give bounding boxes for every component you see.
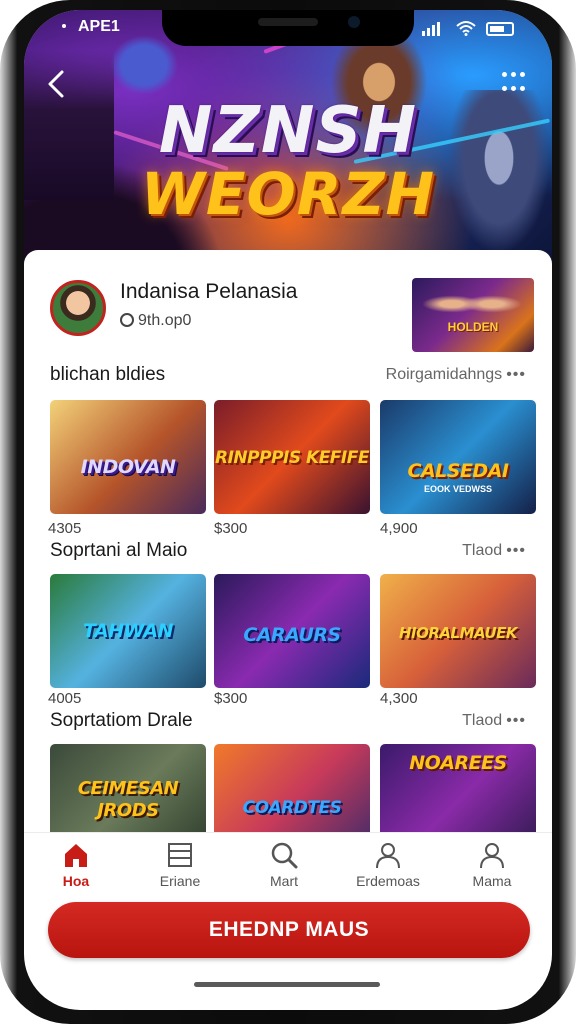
hero-title-line2: WEORZH <box>140 160 436 228</box>
nav-label: Mart <box>270 873 298 889</box>
section-link[interactable]: Tlaod ••• <box>462 712 526 730</box>
nav-item-user[interactable]: Erdemoas <box>338 833 438 901</box>
game-card[interactable]: HIORALMAUEK <box>380 574 536 688</box>
signal-icon <box>422 22 440 36</box>
game-card-title: NOAREES <box>409 752 507 774</box>
game-price: 4,300 <box>380 690 418 707</box>
nav-item-profile[interactable]: Mama <box>442 833 542 901</box>
nav-label: Hoa <box>62 873 90 889</box>
chevron-left-icon <box>48 70 64 98</box>
home-indicator[interactable] <box>194 982 380 987</box>
speaker <box>258 18 318 26</box>
game-card-title: COARDTES <box>242 798 342 818</box>
game-card[interactable]: TAHWAN <box>50 574 206 688</box>
nav-item-list[interactable]: Eriane <box>130 833 230 901</box>
primary-cta-button[interactable]: EHEDNP MAUS <box>48 902 530 958</box>
game-card-title: INDOVAN <box>80 456 176 478</box>
nav-item-search[interactable]: Mart <box>234 833 334 901</box>
game-card-title: RINPPPIS KEFIFE <box>215 448 369 468</box>
section-link-text: Tlaod <box>462 542 503 559</box>
search-icon <box>120 313 134 327</box>
profile-icon <box>480 843 504 869</box>
status-dot <box>62 24 66 28</box>
user-icon <box>376 843 400 869</box>
search-icon <box>271 842 298 869</box>
camera <box>348 16 360 28</box>
game-price: $300 <box>214 520 248 537</box>
bottom-nav: Hoa Eriane Mart Erdemoas Mama <box>24 832 552 900</box>
profile-name: Indanisa Pelanasia <box>120 280 298 303</box>
section-link-text: Tlaod <box>462 712 503 729</box>
game-card-title: CARAURS <box>243 624 341 646</box>
list-icon <box>168 843 192 867</box>
promo-banner[interactable]: HOLDEN <box>412 278 534 352</box>
game-price: $300 <box>214 690 248 707</box>
hero-logo: NZNSH WEORZH <box>24 98 552 224</box>
more-icon: ••• <box>506 712 526 729</box>
avatar[interactable] <box>50 280 106 336</box>
hero-title-line1: NZNSH <box>158 94 418 168</box>
promo-figures <box>422 284 522 324</box>
game-price: 4,900 <box>380 520 418 537</box>
nav-label: Mama <box>472 873 512 889</box>
more-icon: ••• <box>506 542 526 559</box>
phone-frame: APE1 NZNSH WEORZH Indanisa Pelanasia 9th… <box>0 0 576 1024</box>
game-card-title: CALSEDAI <box>407 460 509 482</box>
hero-banner: APE1 NZNSH WEORZH <box>24 10 552 272</box>
nav-label: Erdemoas <box>356 873 420 889</box>
notch <box>162 10 414 46</box>
back-button[interactable] <box>42 66 72 102</box>
section-title: Soprtani al Maio <box>50 540 188 561</box>
battery-icon <box>486 22 514 36</box>
game-card-title: TAHWAN <box>83 620 173 642</box>
game-card[interactable]: INDOVAN <box>50 400 206 514</box>
section-title: blichan bldies <box>50 364 166 385</box>
profile-subtitle-text: 9th.op0 <box>138 312 192 329</box>
game-card-subtitle: EOOK VEDWSS <box>423 484 492 494</box>
promo-title: HOLDEN <box>447 320 499 334</box>
profile-subtitle: 9th.op0 <box>120 312 191 330</box>
section-link[interactable]: Roirgamidahngs ••• <box>386 366 526 384</box>
game-price: 4305 <box>48 520 82 537</box>
game-card[interactable]: CARAURS <box>214 574 370 688</box>
game-card[interactable]: RINPPPIS KEFIFE <box>214 400 370 514</box>
nav-item-home[interactable]: Hoa <box>26 833 126 901</box>
status-time: APE1 <box>78 18 120 35</box>
home-icon <box>65 844 87 867</box>
game-price: 4005 <box>48 690 82 707</box>
status-bar: APE1 <box>24 10 552 58</box>
game-card-title: HIORALMAUEK <box>398 624 518 642</box>
grid-menu-button[interactable] <box>502 72 526 96</box>
section-title: Soprtatiom Drale <box>50 710 193 731</box>
game-card[interactable]: CALSEDAI EOOK VEDWSS <box>380 400 536 514</box>
nav-label: Eriane <box>159 873 201 889</box>
game-card-title: CEIMESAN JRODS <box>77 778 179 821</box>
content-panel: Indanisa Pelanasia 9th.op0 HOLDEN blicha… <box>24 250 552 858</box>
more-icon: ••• <box>506 366 526 383</box>
screen: APE1 NZNSH WEORZH Indanisa Pelanasia 9th… <box>24 10 552 1010</box>
wifi-icon <box>456 21 476 36</box>
section-link[interactable]: Tlaod ••• <box>462 542 526 560</box>
section-link-text: Roirgamidahngs <box>385 366 503 383</box>
